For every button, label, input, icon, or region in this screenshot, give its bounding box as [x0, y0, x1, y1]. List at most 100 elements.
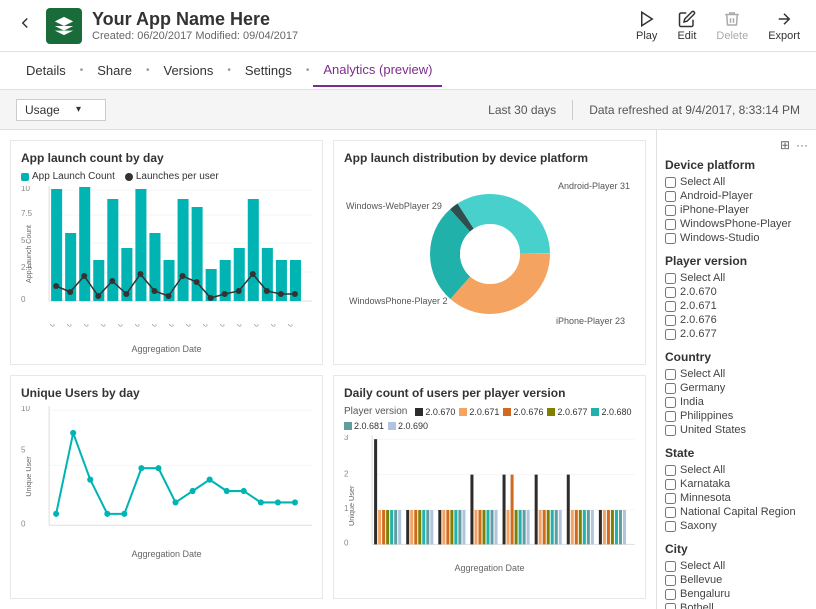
more-icon[interactable]: ··· [796, 138, 808, 152]
filter-philippines[interactable]: Philippines [665, 410, 808, 422]
state-section: State Select All Karnataka Minnesota Nat… [665, 446, 808, 532]
checkbox-v2677[interactable] [665, 329, 676, 340]
unique-users-chart: Unique Users by day 10 5 0 [10, 375, 323, 599]
unique-users-title: Unique Users by day [21, 386, 312, 400]
checkbox-us[interactable] [665, 425, 676, 436]
filter-minnesota[interactable]: Minnesota [665, 492, 808, 504]
filter-v2670[interactable]: 2.0.670 [665, 286, 808, 298]
filter-select-all-player[interactable]: Select All [665, 272, 808, 284]
sidebar-toolbar: ⊞ ··· [665, 138, 808, 152]
edit-label: Edit [677, 30, 696, 42]
filter-india[interactable]: India [665, 396, 808, 408]
checkbox-ncr[interactable] [665, 507, 676, 518]
filter-saxony[interactable]: Saxony [665, 520, 808, 532]
checkbox-v2676[interactable] [665, 315, 676, 326]
filter-v2671[interactable]: 2.0.671 [665, 300, 808, 312]
filter-bellevue[interactable]: Bellevue [665, 574, 808, 586]
svg-text:App Launch Count: App Launch Count [26, 225, 33, 283]
country-section: Country Select All Germany India Philipp… [665, 350, 808, 436]
device-platform-title: Device platform [665, 158, 808, 172]
filter-select-all-device[interactable]: Select All [665, 176, 808, 188]
grid-icon[interactable]: ⊞ [780, 138, 790, 152]
delete-label: Delete [716, 30, 748, 42]
player-version-title: Player version [665, 254, 808, 268]
checkbox-saxony[interactable] [665, 521, 676, 532]
filter-us[interactable]: United States [665, 424, 808, 436]
svg-text:0: 0 [344, 538, 349, 547]
checkbox-iphone-player[interactable] [665, 205, 676, 216]
filter-germany[interactable]: Germany [665, 382, 808, 394]
filter-ncr[interactable]: National Capital Region [665, 506, 808, 518]
checkbox-select-all-device[interactable] [665, 177, 676, 188]
nav-share[interactable]: Share [87, 55, 142, 86]
donut-label-winweb: Windows-WebPlayer 29 [346, 201, 442, 211]
legend-per-user: Launches per user [125, 171, 219, 182]
export-button[interactable]: Export [768, 10, 800, 42]
filter-select-all-state[interactable]: Select All [665, 464, 808, 476]
filter-v2677[interactable]: 2.0.677 [665, 328, 808, 340]
checkbox-philippines[interactable] [665, 411, 676, 422]
city-title: City [665, 542, 808, 556]
header: Your App Name Here Created: 06/20/2017 M… [0, 0, 816, 52]
delete-button[interactable]: Delete [716, 10, 748, 42]
filter-select-all-city[interactable]: Select All [665, 560, 808, 572]
nav-details[interactable]: Details [16, 55, 76, 86]
checkbox-select-all-player[interactable] [665, 273, 676, 284]
app-title: Your App Name Here [92, 9, 636, 30]
checkbox-select-all-city[interactable] [665, 561, 676, 572]
play-button[interactable]: Play [636, 10, 657, 42]
usage-select[interactable]: Usage ▾ [16, 99, 106, 121]
checkbox-bengaluru[interactable] [665, 589, 676, 600]
checkbox-v2670[interactable] [665, 287, 676, 298]
last-period-label: Last 30 days [488, 103, 556, 117]
checkbox-bellevue[interactable] [665, 575, 676, 586]
player-legend: Player version 2.0.670 2.0.671 2.0.676 2… [344, 406, 635, 431]
daily-count-chart: Daily count of users per player version … [333, 375, 646, 599]
filter-iphone-player[interactable]: iPhone-Player [665, 204, 808, 216]
nav-analytics[interactable]: Analytics (preview) [313, 54, 442, 87]
svg-text:Unique User: Unique User [348, 485, 356, 526]
svg-text:Unique User: Unique User [25, 456, 33, 497]
country-title: Country [665, 350, 808, 364]
checkbox-android-player[interactable] [665, 191, 676, 202]
checkbox-windowsphone-player[interactable] [665, 219, 676, 230]
device-platform-section: Device platform Select All Android-Playe… [665, 158, 808, 244]
nav-settings[interactable]: Settings [235, 55, 302, 86]
checkbox-select-all-country[interactable] [665, 369, 676, 380]
toolbar-right: Last 30 days Data refreshed at 9/4/2017,… [488, 100, 800, 120]
checkbox-karnataka[interactable] [665, 479, 676, 490]
edit-button[interactable]: Edit [677, 10, 696, 42]
filter-v2676[interactable]: 2.0.676 [665, 314, 808, 326]
filter-select-all-country[interactable]: Select All [665, 368, 808, 380]
donut-label-android: Android-Player 31 [558, 181, 630, 191]
back-button[interactable] [16, 14, 34, 37]
filter-bengaluru[interactable]: Bengaluru [665, 588, 808, 600]
app-info: Your App Name Here Created: 06/20/2017 M… [92, 9, 636, 42]
checkbox-bothell[interactable] [665, 603, 676, 609]
filter-android-player[interactable]: Android-Player [665, 190, 808, 202]
legend-dot-user [125, 173, 133, 181]
checkbox-india[interactable] [665, 397, 676, 408]
launch-count-chart: App launch count by day App Launch Count… [10, 140, 323, 365]
svg-text:0: 0 [21, 519, 26, 528]
checkbox-v2671[interactable] [665, 301, 676, 312]
daily-count-body: 3 2 1 0 [344, 435, 635, 575]
unique-users-svg: 10 5 0 [21, 406, 312, 546]
svg-text:0: 0 [21, 295, 26, 304]
player-version-section: Player version Select All 2.0.670 2.0.67… [665, 254, 808, 340]
launch-x-title: Aggregation Date [21, 344, 312, 354]
launch-count-title: App launch count by day [21, 151, 312, 165]
checkbox-windows-studio[interactable] [665, 233, 676, 244]
donut-label-iphone: iPhone-Player 23 [556, 316, 625, 326]
svg-text:3: 3 [344, 435, 349, 442]
filter-windows-studio[interactable]: Windows-Studio [665, 232, 808, 244]
filter-bothell[interactable]: Bothell [665, 602, 808, 609]
checkbox-germany[interactable] [665, 383, 676, 394]
x-axis-labels: 08/07 08/09 08/11 08/13 08/15 08/17 08/1… [21, 324, 312, 344]
filter-karnataka[interactable]: Karnataka [665, 478, 808, 490]
checkbox-select-all-state[interactable] [665, 465, 676, 476]
usage-select-label: Usage [25, 103, 60, 117]
filter-windowsphone-player[interactable]: WindowsPhone-Player [665, 218, 808, 230]
checkbox-minnesota[interactable] [665, 493, 676, 504]
nav-versions[interactable]: Versions [153, 55, 223, 86]
